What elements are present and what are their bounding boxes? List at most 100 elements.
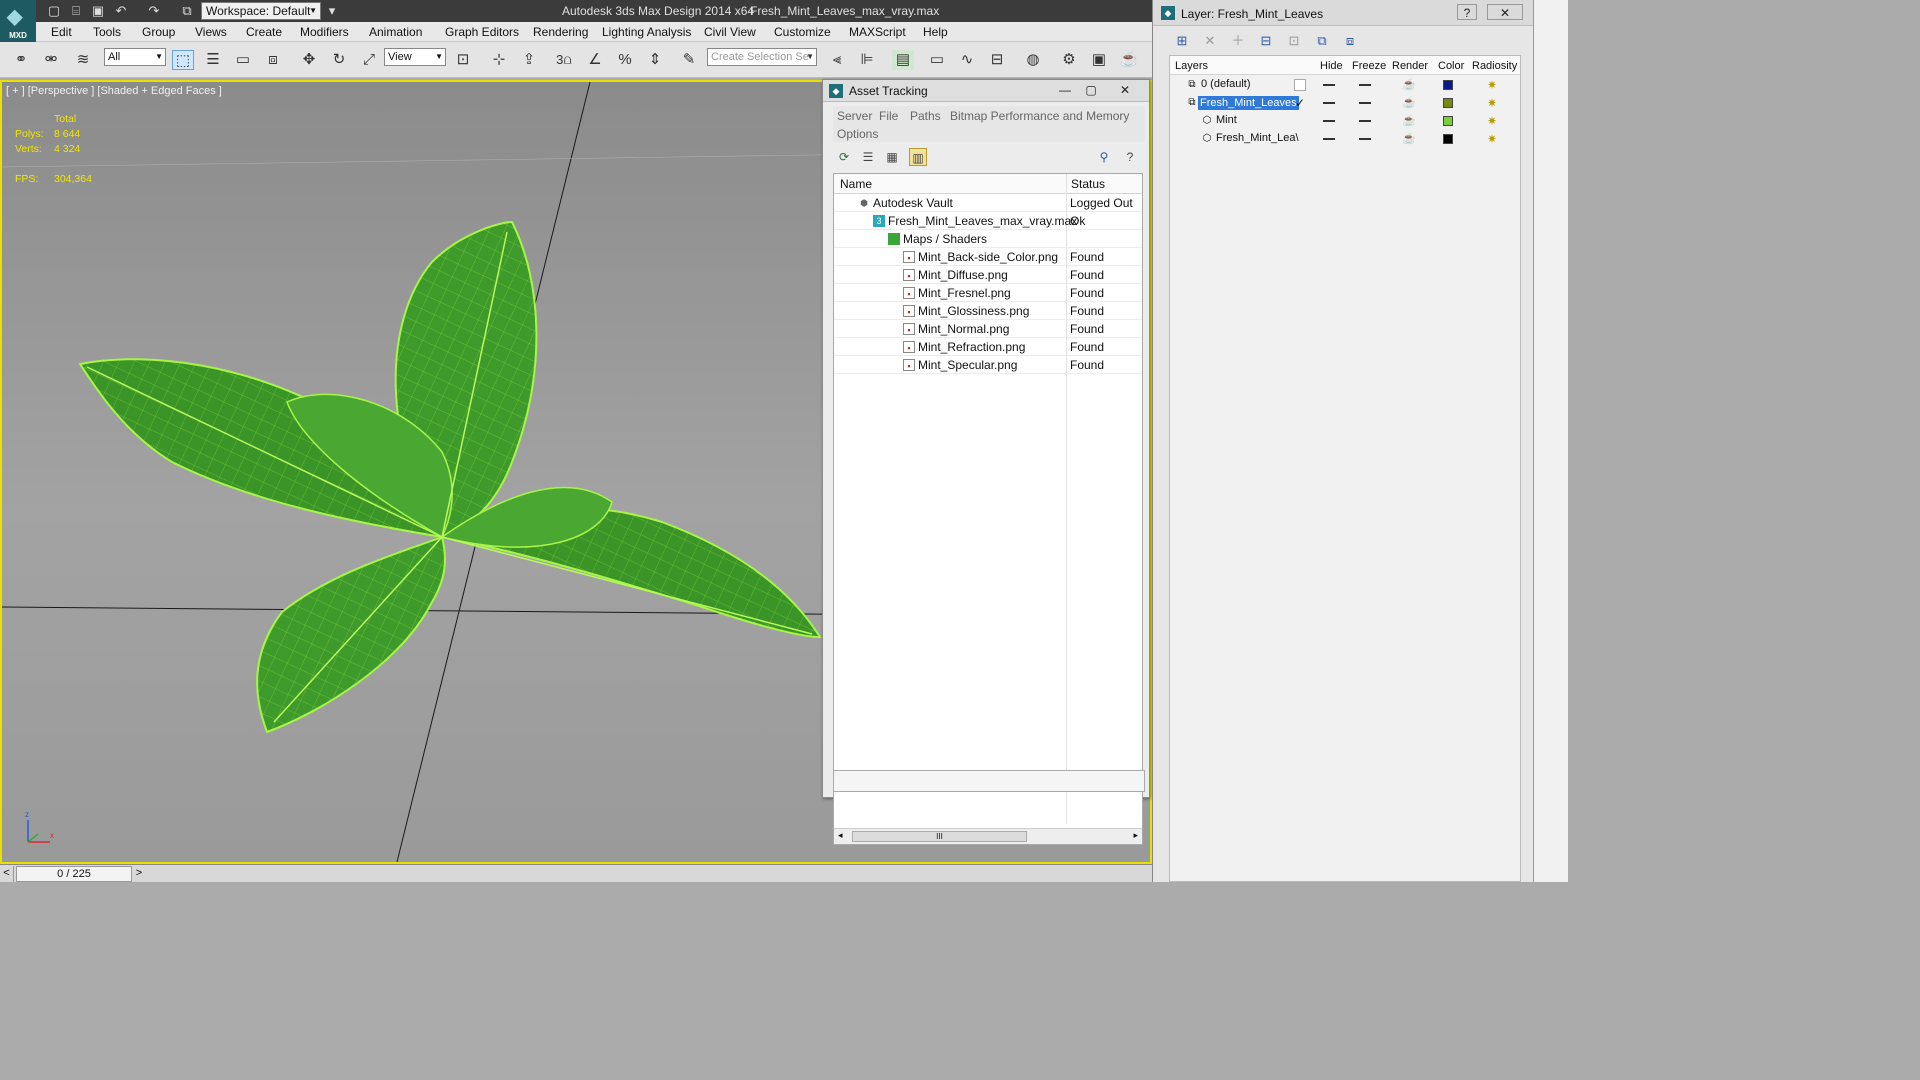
refresh-icon[interactable]: ⟳ — [835, 148, 853, 166]
layer-color-swatch[interactable] — [1443, 134, 1453, 144]
menu-animation[interactable]: Animation — [369, 25, 422, 39]
new-file-icon[interactable]: ▢ — [46, 3, 62, 19]
menu-tools[interactable]: Tools — [93, 25, 121, 39]
help-icon[interactable]: ? — [1121, 148, 1139, 166]
select-layer-objects-icon[interactable]: ⊟ — [1257, 32, 1275, 50]
menu-maxscript[interactable]: MAXScript — [849, 25, 906, 39]
render-setup-icon[interactable]: ⚙ — [1058, 50, 1080, 70]
reference-coordinate-dropdown[interactable]: View ▼ — [384, 48, 446, 66]
menu-lighting-analysis[interactable]: Lighting Analysis — [602, 25, 691, 39]
asset-tracking-title-bar[interactable]: ◆ Asset Tracking — ▢ ✕ — [823, 80, 1149, 102]
table-row[interactable]: ▪ Mint_Specular.png Found — [834, 356, 1142, 374]
help-icon[interactable]: ? — [1457, 4, 1477, 20]
column-radiosity-header[interactable]: Radiosity — [1472, 60, 1517, 72]
layer-row[interactable]: ⧉ Fresh_Mint_Leaves ✓ ☕ ✷ — [1170, 94, 1520, 112]
column-hide-header[interactable]: Hide — [1320, 60, 1343, 72]
menu-group[interactable]: Group — [142, 25, 175, 39]
rectangular-selection-icon[interactable]: ▭ — [232, 50, 254, 70]
save-icon[interactable]: ▣ — [90, 3, 106, 19]
render-teapot-icon[interactable]: ☕ — [1401, 132, 1417, 146]
table-row[interactable]: ▪ Mint_Back-side_Color.png Found — [834, 248, 1142, 266]
menu-edit[interactable]: Edit — [51, 25, 72, 39]
bind-space-warp-icon[interactable]: ≋ — [72, 50, 94, 70]
scroll-right-icon[interactable]: ▸ — [1133, 830, 1138, 841]
minimize-icon[interactable]: — — [1055, 82, 1075, 98]
schematic-view-icon[interactable]: ⊟ — [986, 50, 1008, 70]
layer-color-swatch[interactable] — [1443, 116, 1453, 126]
freeze-toggle[interactable] — [1359, 138, 1371, 140]
highlight-layer-icon[interactable]: ⊡ — [1285, 32, 1303, 50]
delete-layer-icon[interactable]: ✕ — [1201, 32, 1219, 50]
render-production-icon[interactable]: ☕ — [1118, 50, 1140, 70]
menu-bitmap-performance[interactable]: Bitmap Performance and Memory — [950, 109, 1129, 123]
current-layer-checkbox[interactable] — [1294, 79, 1306, 91]
percent-snap-icon[interactable]: % — [614, 50, 636, 70]
column-freeze-header[interactable]: Freeze — [1352, 60, 1386, 72]
select-by-name-icon[interactable]: ☰ — [202, 50, 224, 70]
close-icon[interactable]: ✕ — [1115, 82, 1135, 98]
maximize-icon[interactable]: ▢ — [1081, 82, 1101, 98]
mint-leaves-mesh[interactable] — [78, 220, 822, 734]
rendered-frame-window-icon[interactable]: ▣ — [1088, 50, 1110, 70]
column-status-header[interactable]: Status — [1071, 177, 1105, 191]
pivot-center-icon[interactable]: ⊡ — [452, 50, 474, 70]
select-object-icon[interactable]: ⬚ — [172, 50, 194, 70]
workspace-dropdown[interactable]: Workspace: Default ▼ — [201, 2, 321, 20]
quick-access-menu-icon[interactable]: ▾ — [324, 3, 340, 19]
snaps-toggle-icon[interactable]: 3⩍ — [553, 50, 575, 70]
menu-options[interactable]: Options — [837, 127, 878, 141]
angle-snap-icon[interactable]: ∠ — [584, 50, 606, 70]
create-layer-icon[interactable]: ⊞ — [1173, 32, 1191, 50]
menu-help[interactable]: Help — [923, 25, 948, 39]
column-layers-header[interactable]: Layers — [1175, 60, 1208, 72]
vault-connect-icon[interactable]: ⚲ — [1095, 148, 1113, 166]
radiosity-icon[interactable]: ✷ — [1484, 77, 1500, 93]
hide-toggle[interactable] — [1323, 84, 1335, 86]
layer-color-swatch[interactable] — [1443, 98, 1453, 108]
link-icon[interactable]: ⚭ — [10, 50, 32, 70]
table-row[interactable]: 3 Fresh_Mint_Leaves_max_vray.max Ok — [834, 212, 1142, 230]
freeze-all-layers-icon[interactable]: ⧈ — [1341, 32, 1359, 50]
list-view-icon[interactable]: ☰ — [859, 148, 877, 166]
project-folder-icon[interactable]: ⧉ — [179, 3, 195, 19]
move-icon[interactable]: ✥ — [298, 50, 320, 70]
menu-civil-view[interactable]: Civil View — [704, 25, 756, 39]
add-to-layer-icon[interactable]: ＋ — [1229, 32, 1247, 50]
column-render-header[interactable]: Render — [1392, 60, 1428, 72]
table-row[interactable]: ▪ Mint_Diffuse.png Found — [834, 266, 1142, 284]
menu-paths[interactable]: Paths — [910, 109, 941, 123]
render-teapot-icon[interactable]: ☕ — [1401, 96, 1417, 110]
open-file-icon[interactable]: ⌸ — [68, 3, 84, 19]
layer-manager-icon[interactable]: ▤ — [892, 50, 914, 70]
menu-rendering[interactable]: Rendering — [533, 25, 588, 39]
rotate-icon[interactable]: ↻ — [328, 50, 350, 70]
close-icon[interactable]: ✕ — [1487, 4, 1523, 20]
named-selection-set-dropdown[interactable]: Create Selection Se ▼ — [707, 48, 817, 66]
menu-customize[interactable]: Customize — [774, 25, 831, 39]
layer-manager-title-bar[interactable]: ◆ Layer: Fresh_Mint_Leaves ? ✕ — [1153, 0, 1533, 26]
freeze-toggle[interactable] — [1359, 120, 1371, 122]
menu-create[interactable]: Create — [246, 25, 282, 39]
table-row[interactable]: Maps / Shaders — [834, 230, 1142, 248]
table-row[interactable]: ⬢ Autodesk Vault Logged Out ... — [834, 194, 1142, 224]
layer-row[interactable]: ⬡ Fresh_Mint_Lea\ ☕ ✷ — [1170, 130, 1520, 148]
freeze-toggle[interactable] — [1359, 102, 1371, 104]
select-manipulate-icon[interactable]: ⊹ — [488, 50, 510, 70]
thumbnail-view-icon[interactable]: ▦ — [883, 148, 901, 166]
next-frame-button[interactable]: > — [132, 866, 146, 882]
radiosity-icon[interactable]: ✷ — [1484, 131, 1500, 147]
menu-file[interactable]: File — [879, 109, 898, 123]
hide-all-layers-icon[interactable]: ⧉ — [1313, 32, 1331, 50]
table-row[interactable]: ▪ Mint_Fresnel.png Found — [834, 284, 1142, 302]
previous-frame-button[interactable]: < — [0, 866, 14, 882]
menu-server[interactable]: Server — [837, 109, 872, 123]
curve-editor-icon[interactable]: ∿ — [956, 50, 978, 70]
column-color-header[interactable]: Color — [1438, 60, 1464, 72]
layer-row[interactable]: ⬡ Mint ☕ ✷ — [1170, 112, 1520, 130]
align-icon[interactable]: ⊫ — [856, 50, 878, 70]
hide-toggle[interactable] — [1323, 102, 1335, 104]
menu-graph-editors[interactable]: Graph Editors — [445, 25, 519, 39]
unlink-icon[interactable]: ⚮ — [40, 50, 62, 70]
scroll-left-icon[interactable]: ◂ — [838, 830, 843, 841]
selection-filter-dropdown[interactable]: All ▼ — [104, 48, 166, 66]
